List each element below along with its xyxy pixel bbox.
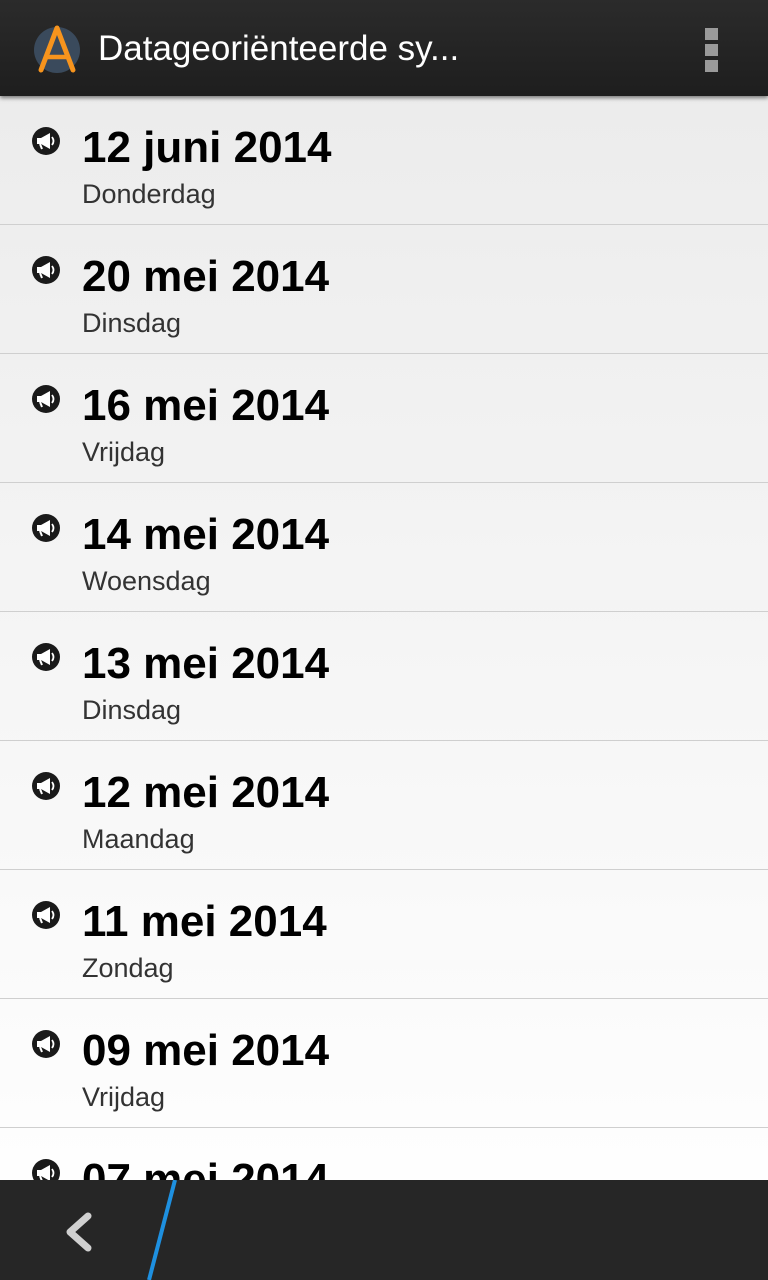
item-day: Donderdag [82, 179, 216, 209]
item-date: 20 mei 2014 [82, 252, 330, 301]
item-date: 12 juni 2014 [82, 123, 332, 172]
item-date: 09 mei 2014 [82, 1026, 330, 1075]
speaker-icon [32, 1159, 60, 1180]
speaker-icon [32, 901, 60, 929]
overflow-dot [705, 60, 718, 72]
speaker-icon [32, 127, 60, 155]
list-item[interactable]: 07 mei 2014 [0, 1128, 768, 1180]
overflow-menu-button[interactable] [688, 20, 736, 76]
speaker-icon [32, 1030, 60, 1058]
item-day: Maandag [82, 824, 195, 854]
action-bar: Datageoriënteerde sy... [0, 0, 768, 96]
speaker-icon [32, 643, 60, 671]
item-day: Vrijdag [82, 437, 166, 467]
overflow-menu-icon [705, 28, 718, 40]
item-day: Dinsdag [82, 308, 182, 338]
speaker-icon [32, 514, 60, 542]
item-date: 14 mei 2014 [82, 510, 330, 559]
item-day: Woensdag [82, 566, 211, 596]
speaker-icon [32, 772, 60, 800]
list-item[interactable]: 16 mei 2014 Vrijdag [0, 354, 768, 483]
overflow-dot [705, 44, 718, 56]
item-day: Vrijdag [82, 1082, 166, 1112]
list-item[interactable]: 11 mei 2014 Zondag [0, 870, 768, 999]
list-item[interactable]: 09 mei 2014 Vrijdag [0, 999, 768, 1128]
app-title: Datageoriënteerde sy... [98, 29, 460, 68]
item-day: Zondag [82, 953, 174, 983]
speaker-icon [32, 256, 60, 284]
date-list[interactable]: 12 juni 2014 Donderdag 20 mei 2014 Dinsd… [0, 96, 768, 1180]
list-item[interactable]: 14 mei 2014 Woensdag [0, 483, 768, 612]
speaker-icon [32, 385, 60, 413]
accent-divider [147, 1180, 177, 1280]
list-item[interactable]: 13 mei 2014 Dinsdag [0, 612, 768, 741]
list-item[interactable]: 12 mei 2014 Maandag [0, 741, 768, 870]
item-day: Dinsdag [82, 695, 182, 725]
list-item[interactable]: 12 juni 2014 Donderdag [0, 96, 768, 225]
item-date: 13 mei 2014 [82, 639, 330, 688]
bottom-navigation-bar [0, 1180, 768, 1280]
item-date: 07 mei 2014 [82, 1155, 330, 1180]
app-logo-icon[interactable] [32, 24, 82, 74]
item-date: 11 mei 2014 [82, 897, 327, 946]
item-date: 12 mei 2014 [82, 768, 330, 817]
list-item[interactable]: 20 mei 2014 Dinsdag [0, 225, 768, 354]
item-date: 16 mei 2014 [82, 381, 330, 430]
